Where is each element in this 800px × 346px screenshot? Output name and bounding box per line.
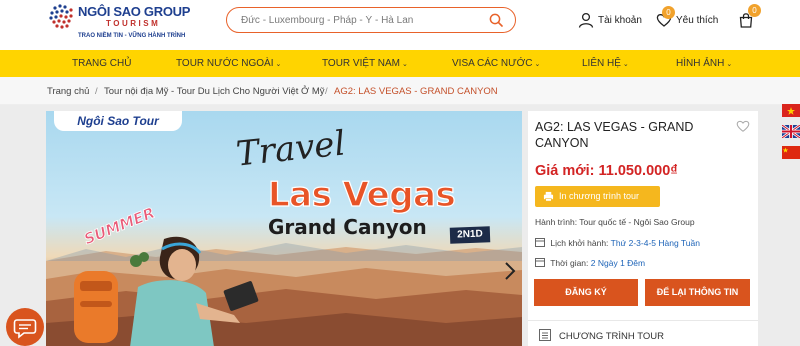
search-icon[interactable] xyxy=(489,13,503,27)
breadcrumb-separator: / xyxy=(325,86,328,97)
product-price: Giá mới: 11.050.000₫ xyxy=(535,163,678,179)
print-program-button[interactable]: In chương trình tour xyxy=(535,186,660,207)
itinerary-row: Hành trình: Tour quốc tế - Ngôi Sao Grou… xyxy=(535,217,695,227)
chevron-down-icon: ⌄ xyxy=(275,61,282,68)
chevron-down-icon: ⌄ xyxy=(726,61,733,68)
hiker-figure xyxy=(74,236,259,346)
wishlist-link[interactable]: Yêu thích 0 xyxy=(656,6,719,30)
site-logo[interactable]: NGÔI SAO GROUP TOURISM TRAO NIỀM TIN - V… xyxy=(46,1,196,45)
print-program-label: In chương trình tour xyxy=(559,191,639,201)
breadcrumb-category[interactable]: Tour nội địa Mỹ - Tour Du Lịch Cho Người… xyxy=(104,86,325,97)
search-input[interactable] xyxy=(241,8,481,32)
account-label: Tài khoản xyxy=(598,14,642,26)
flag-cn-icon[interactable] xyxy=(782,146,800,159)
calendar-icon xyxy=(535,258,545,267)
schedule-label: Lịch khởi hành: xyxy=(550,238,609,248)
site-header: NGÔI SAO GROUP TOURISM TRAO NIỀM TIN - V… xyxy=(0,0,800,50)
account-link[interactable]: Tài khoản xyxy=(578,10,642,30)
nav-item-label: LIÊN HỆ xyxy=(582,58,621,69)
brand-sub: TOURISM xyxy=(106,19,161,28)
duration-label: Thời gian: xyxy=(550,258,589,268)
nav-item-label: TRANG CHỦ xyxy=(72,58,132,69)
chevron-down-icon: ⌄ xyxy=(534,61,541,68)
breadcrumb-home[interactable]: Trang chủ xyxy=(47,86,89,97)
print-icon xyxy=(543,191,554,202)
nav-item-home[interactable]: TRANG CHỦ xyxy=(72,50,131,77)
schedule-value: Thứ 2-3-4-5 Hàng Tuần xyxy=(610,238,700,248)
brand-tagline: TRAO NIỀM TIN - VỮNG HÀNH TRÌNH xyxy=(78,33,186,39)
nav-item-visa[interactable]: VISA CÁC NƯỚC ⌄ xyxy=(452,50,540,77)
product-title: AG2: LAS VEGAS - GRAND CANYON xyxy=(535,120,694,150)
calendar-icon xyxy=(535,238,545,247)
nav-item-label: HÌNH ẢNH xyxy=(676,58,725,69)
leave-info-button[interactable]: ĐỂ LẠI THÔNG TIN xyxy=(645,279,750,306)
itinerary-label: Hành trình: xyxy=(535,217,578,227)
program-section-header[interactable]: CHƯƠNG TRÌNH TOUR xyxy=(528,320,758,346)
itinerary-value: Tour quốc tế - Ngôi Sao Group xyxy=(579,217,695,227)
breadcrumb-current: AG2: LAS VEGAS - GRAND CANYON xyxy=(334,86,498,97)
book-button[interactable]: ĐĂNG KÝ xyxy=(534,279,638,306)
chevron-right-icon[interactable] xyxy=(498,253,522,289)
cart-link[interactable]: 0 xyxy=(738,4,761,30)
program-label: CHƯƠNG TRÌNH TOUR xyxy=(559,331,664,342)
breadcrumb-separator: / xyxy=(95,86,98,97)
flag-vn-icon[interactable] xyxy=(782,104,800,117)
nav-item-label: TOUR VIỆT NAM xyxy=(322,58,400,69)
schedule-row: Lịch khởi hành: Thứ 2-3-4-5 Hàng Tuần xyxy=(535,237,700,248)
user-icon xyxy=(578,12,594,28)
search-box xyxy=(226,7,516,33)
chevron-down-icon: ⌄ xyxy=(401,61,408,68)
nav-item-international[interactable]: TOUR NƯỚC NGOÀI ⌄ xyxy=(176,50,281,77)
wishlist-heart-icon[interactable] xyxy=(736,119,750,133)
cart-count-badge: 0 xyxy=(748,4,761,17)
tour-hero-image: Ngôi Sao Tour Travel Las Vegas Grand Can… xyxy=(46,111,522,346)
nav-item-gallery[interactable]: HÌNH ẢNH ⌄ xyxy=(676,50,732,77)
duration-value: 2 Ngày 1 Đêm xyxy=(590,258,646,268)
brand-name: NGÔI SAO GROUP xyxy=(78,4,191,19)
product-info-panel: AG2: LAS VEGAS - GRAND CANYON Giá mới: 1… xyxy=(528,111,758,346)
nav-item-label: VISA CÁC NƯỚC xyxy=(452,58,533,69)
flag-uk-icon[interactable] xyxy=(782,125,800,138)
hero-city-text: Las Vegas xyxy=(267,174,456,215)
chat-button[interactable] xyxy=(6,308,44,346)
duration-row: Thời gian: 2 Ngày 1 Đêm xyxy=(535,257,645,268)
main-nav: TRANG CHỦ TOUR NƯỚC NGOÀI ⌄ TOUR VIỆT NAM… xyxy=(0,50,800,77)
list-icon xyxy=(539,329,551,341)
breadcrumb: Trang chủ / Tour nội địa Mỹ - Tour Du Lị… xyxy=(0,77,800,105)
nav-item-vietnam[interactable]: TOUR VIỆT NAM ⌄ xyxy=(322,50,408,77)
hero-brand-pill: Ngôi Sao Tour xyxy=(54,111,182,131)
hero-duration-badge: 2N1D xyxy=(449,226,491,244)
wishlist-count-badge: 0 xyxy=(662,6,675,19)
nav-item-label: TOUR NƯỚC NGOÀI xyxy=(176,58,274,69)
hero-subtitle: Grand Canyon xyxy=(268,215,427,239)
wishlist-label: Yêu thích xyxy=(676,14,719,26)
chevron-down-icon: ⌄ xyxy=(622,61,629,68)
globe-logo-icon xyxy=(48,3,74,29)
nav-item-contact[interactable]: LIÊN HỆ ⌄ xyxy=(582,50,629,77)
chat-icon xyxy=(13,319,37,339)
